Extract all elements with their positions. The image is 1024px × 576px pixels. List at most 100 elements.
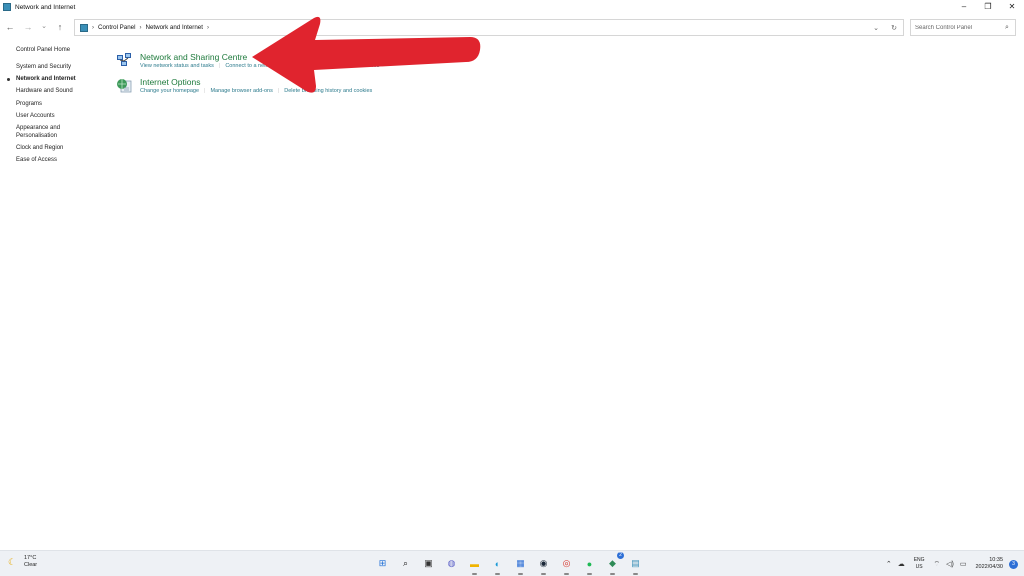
- taskbar-apps: ⊞ ⌕ ▣ ◍ ▬ ◐ ▦ ◉ ◎ ● ◆ 2 ▤: [374, 552, 644, 575]
- close-button[interactable]: ✕: [1000, 0, 1024, 12]
- link-connect-to-network[interactable]: Connect to a network: [225, 63, 277, 69]
- link-delete-browsing-history[interactable]: Delete browsing history and cookies: [284, 88, 372, 94]
- control-panel-icon: [3, 3, 11, 11]
- taskbar-app-search[interactable]: ⌕: [397, 555, 414, 572]
- link-view-network-status[interactable]: View network status and tasks: [140, 63, 214, 69]
- chevron-up-icon[interactable]: ⌃: [886, 560, 892, 568]
- taskbar-app-steam[interactable]: ◉: [535, 555, 552, 575]
- system-tray: ⌃ ☁ ENG US ⌔ ◁) ▭ 10:35 2022/04/30 3: [883, 554, 1018, 574]
- taskbar-app-app-badge[interactable]: ◆ 2: [604, 552, 624, 575]
- moon-icon: ☾: [8, 557, 17, 567]
- language-code: ENG: [913, 557, 925, 563]
- address-dropdown-button[interactable]: ⌄: [867, 24, 885, 32]
- taskbar-app-store[interactable]: ▦: [512, 555, 529, 575]
- store-icon: ▦: [516, 558, 525, 568]
- chevron-right-icon: ›: [139, 24, 142, 31]
- weather-text: 17°C Clear: [24, 555, 37, 569]
- chat-icon: ◍: [447, 558, 456, 568]
- running-indicator: [633, 573, 638, 575]
- control-panel-window: Network and Internet – ❐ ✕ ← → ⌄ ↑ › Con…: [0, 0, 1024, 550]
- app-badge: 2: [617, 552, 624, 559]
- breadcrumb-network-and-internet[interactable]: Network and Internet: [146, 24, 203, 31]
- address-bar[interactable]: › Control Panel › Network and Internet ›…: [74, 19, 904, 36]
- taskbar-app-control-panel[interactable]: ▤: [627, 555, 644, 575]
- taskbar-app-spotify[interactable]: ●: [581, 555, 598, 575]
- category-title[interactable]: Network and Sharing Centre: [140, 52, 247, 62]
- search-icon: ⌕: [402, 558, 409, 568]
- refresh-button[interactable]: ↻: [885, 24, 903, 32]
- restore-button[interactable]: ❐: [976, 0, 1000, 12]
- window-title: Network and Internet: [15, 3, 76, 11]
- sidebar-item-hardware-and-sound[interactable]: Hardware and Sound: [0, 87, 105, 95]
- window-controls: – ❐ ✕: [952, 0, 1024, 12]
- link-change-homepage[interactable]: Change your homepage: [140, 88, 199, 94]
- category-links: Change your homepage | Manage browser ad…: [140, 88, 372, 94]
- volume-icon[interactable]: ◁): [946, 560, 954, 568]
- notification-badge[interactable]: 3: [1009, 559, 1018, 569]
- taskbar-app-task-view[interactable]: ▣: [420, 555, 437, 572]
- running-indicator: [518, 573, 523, 575]
- sidebar-item-ease-of-access[interactable]: Ease of Access: [0, 156, 105, 164]
- taskbar-app-start[interactable]: ⊞: [374, 555, 391, 572]
- chrome-icon: ◎: [562, 558, 571, 568]
- breadcrumb-control-panel[interactable]: Control Panel: [98, 24, 136, 31]
- link-manage-add-ons[interactable]: Manage browser add-ons: [210, 88, 272, 94]
- keyboard-layout: US: [915, 564, 923, 570]
- running-indicator: [610, 573, 615, 575]
- wifi-icon[interactable]: ⌔: [934, 560, 941, 569]
- steam-icon: ◉: [539, 558, 548, 568]
- category-title[interactable]: Internet Options: [140, 77, 200, 87]
- clock-time: 10:35: [989, 557, 1003, 563]
- running-indicator: [541, 573, 546, 575]
- chevron-right-icon[interactable]: ›: [207, 25, 209, 31]
- file-explorer-icon: ▬: [470, 558, 479, 569]
- taskbar: ☾ 17°C Clear ⊞ ⌕ ▣ ◍ ▬ ◐ ▦ ◉ ◎ ● ◆ 2 ▤ ⌃ ☁ ENG US ⌔ …: [0, 550, 1024, 576]
- sidebar-item-network-and-internet[interactable]: Network and Internet: [0, 75, 105, 83]
- back-button[interactable]: ←: [4, 21, 16, 33]
- running-indicator: [495, 573, 500, 575]
- sidebar-item-system-and-security[interactable]: System and Security: [0, 63, 105, 71]
- minimize-button[interactable]: –: [952, 0, 976, 12]
- task-view-icon: ▣: [424, 558, 433, 568]
- running-indicator: [564, 573, 569, 575]
- search-input[interactable]: [915, 24, 1005, 31]
- control-panel-icon: ▤: [631, 558, 640, 568]
- spotify-icon: ●: [586, 558, 593, 569]
- search-box[interactable]: ⌕: [910, 19, 1016, 36]
- navigation-bar: ← → ⌄ ↑ › Control Panel › Network and In…: [0, 16, 1024, 38]
- clock[interactable]: 10:35 2022/04/30: [975, 557, 1003, 571]
- app-badge-icon: ◆: [609, 558, 616, 568]
- taskbar-app-chrome[interactable]: ◎: [558, 555, 575, 575]
- running-indicator: [472, 573, 477, 575]
- network-sharing-icon: [117, 53, 131, 66]
- language-indicator[interactable]: ENG US: [914, 557, 925, 571]
- title-bar: Network and Internet – ❐ ✕: [0, 0, 1024, 14]
- start-icon: ⊞: [378, 558, 387, 568]
- taskbar-app-chat[interactable]: ◍: [443, 555, 460, 572]
- up-button[interactable]: ↑: [54, 21, 66, 33]
- category-list: Network and Sharing Centre View network …: [116, 50, 996, 100]
- sidebar: Control Panel Home System and Security N…: [0, 46, 105, 169]
- taskbar-app-file-explorer[interactable]: ▬: [466, 555, 483, 575]
- category-network-and-sharing-centre: Network and Sharing Centre View network …: [116, 50, 996, 75]
- link-separator: |: [218, 63, 221, 69]
- battery-icon[interactable]: ▭: [960, 560, 967, 568]
- edge-icon: ◐: [494, 558, 501, 569]
- internet-options-icon: [117, 79, 132, 93]
- sidebar-item-user-accounts[interactable]: User Accounts: [0, 112, 105, 120]
- search-icon[interactable]: ⌕: [1005, 24, 1009, 32]
- sidebar-item-control-panel-home[interactable]: Control Panel Home: [0, 46, 105, 54]
- sidebar-item-appearance-and-personalisation[interactable]: Appearance and Personalisation: [0, 124, 80, 140]
- link-separator: |: [277, 88, 280, 94]
- weather-temp: 17°C: [24, 555, 37, 561]
- sidebar-item-clock-and-region[interactable]: Clock and Region: [0, 144, 105, 152]
- chevron-right-icon: ›: [92, 24, 94, 31]
- weather-widget[interactable]: ☾ 17°C Clear: [8, 555, 37, 569]
- forward-button[interactable]: →: [22, 21, 34, 33]
- taskbar-app-edge[interactable]: ◐: [489, 555, 506, 575]
- link-view-network-computers[interactable]: View network computers and devices: [289, 63, 380, 69]
- recent-locations-button[interactable]: ⌄: [38, 21, 50, 33]
- cloud-icon[interactable]: ☁: [898, 560, 905, 568]
- running-indicator: [587, 573, 592, 575]
- sidebar-item-programs[interactable]: Programs: [0, 100, 105, 108]
